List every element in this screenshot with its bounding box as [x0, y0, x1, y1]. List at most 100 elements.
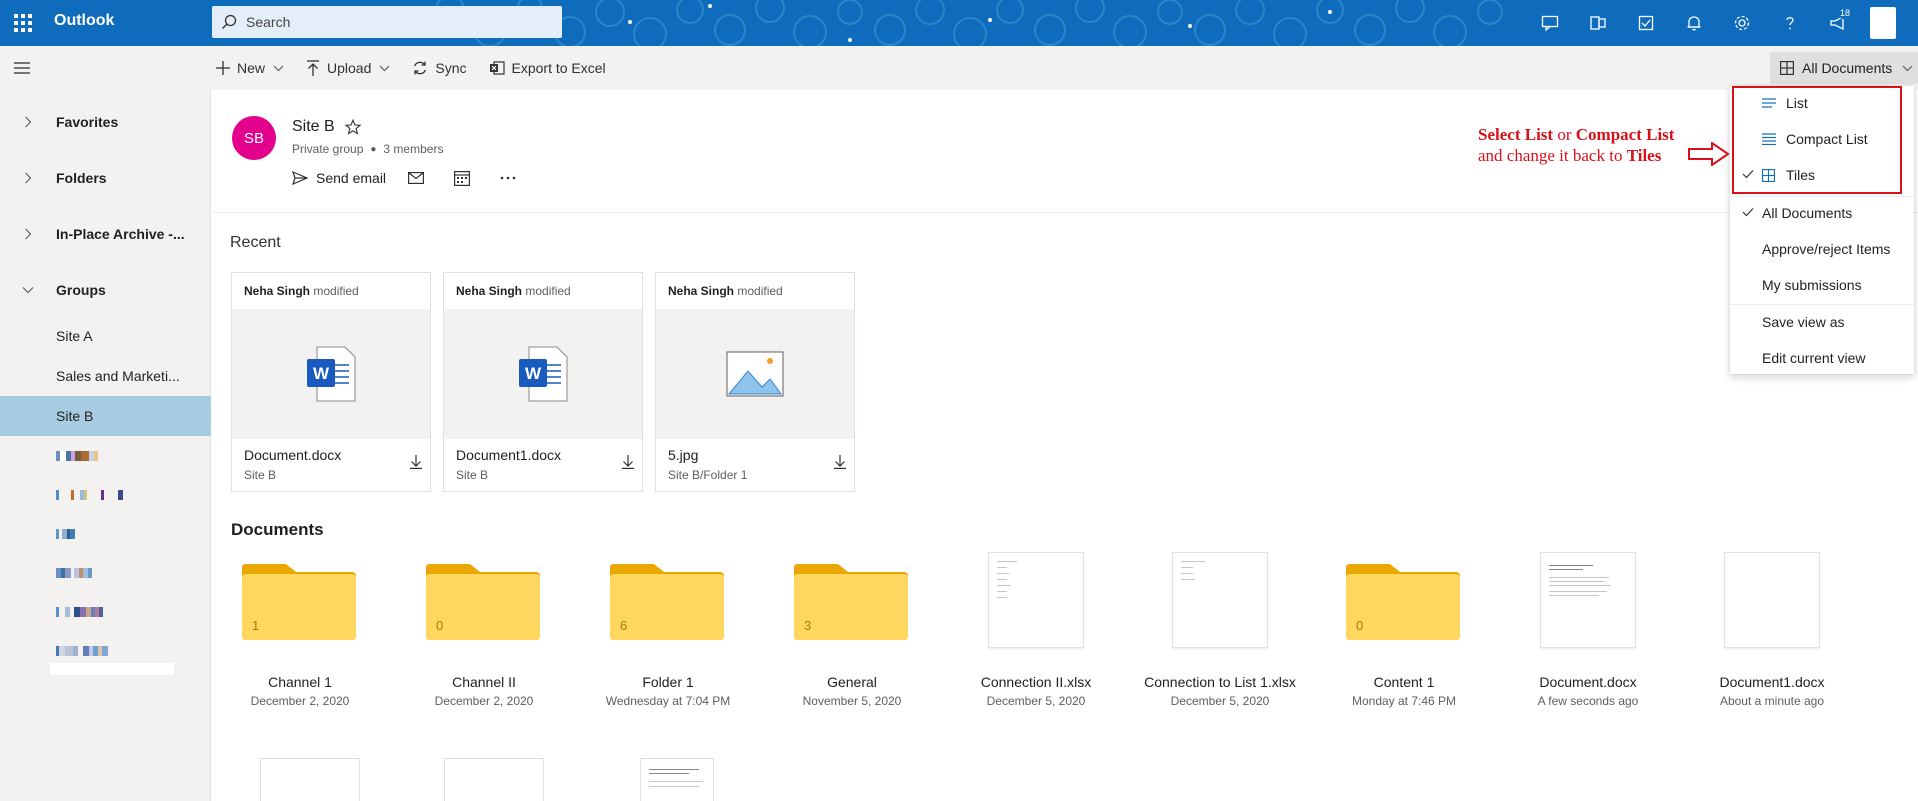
download-icon[interactable]	[622, 455, 634, 469]
my-day-button[interactable]	[1622, 0, 1670, 46]
group-mail-button[interactable]	[408, 172, 432, 184]
group-members[interactable]: 3 members	[383, 142, 443, 156]
new-button[interactable]: New	[216, 60, 284, 76]
folder-tile[interactable]: 0 Channel II December 2, 2020	[392, 552, 576, 708]
nav-section-favorites[interactable]: Favorites	[0, 102, 211, 142]
folder-icon: 6	[610, 564, 724, 640]
office-icon	[1590, 16, 1606, 30]
file-tile[interactable]: Document1.docx About a minute ago	[1680, 552, 1864, 708]
group-title[interactable]: Site B	[292, 118, 335, 136]
view-switcher-button[interactable]: All Documents	[1770, 52, 1918, 84]
send-email-button[interactable]: Send email	[292, 170, 386, 186]
menu-item-label: Save view as	[1762, 314, 1845, 330]
recent-file-card[interactable]: Neha Singh modified 5.jpg Site B/Folder …	[655, 272, 855, 492]
nav-toggle-button[interactable]	[0, 46, 44, 90]
command-bar: New Upload Sync Export to Excel All Docu…	[0, 46, 1918, 90]
teams-button[interactable]	[1574, 0, 1622, 46]
word-icon: W	[307, 346, 356, 402]
redacted-group-item[interactable]	[56, 527, 75, 541]
folder-icon: 0	[1346, 564, 1460, 640]
file-tile[interactable]: Connection to List 1.xlsx December 5, 20…	[1128, 552, 1312, 708]
help-icon	[1786, 17, 1794, 30]
menu-item-approve-reject[interactable]: Approve/reject Items	[1730, 232, 1914, 268]
menu-item-edit-current-view[interactable]: Edit current view	[1730, 341, 1914, 377]
view-switch-label: All Documents	[1802, 60, 1893, 76]
annotation-tiles: Tiles	[1626, 146, 1662, 165]
view-dropdown-menu: List Compact List Tiles All Documents Ap…	[1730, 86, 1914, 374]
settings-button[interactable]	[1718, 0, 1766, 46]
app-name[interactable]: Outlook	[54, 12, 114, 30]
group-privacy: Private group	[292, 142, 364, 156]
redacted-group-item[interactable]	[50, 663, 174, 675]
download-icon[interactable]	[834, 455, 846, 469]
help-button[interactable]	[1766, 0, 1814, 46]
file-tile[interactable]: Connection II.xlsx December 5, 2020	[944, 552, 1128, 708]
sync-button[interactable]: Sync	[412, 60, 467, 76]
download-icon[interactable]	[410, 455, 422, 469]
upload-label: Upload	[327, 60, 372, 76]
redacted-group-item[interactable]	[56, 566, 92, 580]
more-options-button[interactable]	[500, 176, 524, 180]
nav-section-archive[interactable]: In-Place Archive -...	[0, 214, 211, 254]
file-tile-partial[interactable]	[444, 758, 544, 801]
folder-tile[interactable]: 1 Channel 1 December 2, 2020	[208, 552, 392, 708]
search-input[interactable]	[246, 14, 546, 30]
file-tile[interactable]: Document.docx A few seconds ago	[1496, 552, 1680, 708]
modified-action: modified	[737, 284, 783, 298]
file-tile-partial[interactable]	[640, 758, 714, 801]
folder-item-count: 0	[1356, 618, 1364, 633]
search-box[interactable]	[212, 6, 562, 38]
redacted-group-item[interactable]	[56, 488, 123, 502]
account-avatar[interactable]	[1870, 7, 1896, 39]
checklist-icon	[1638, 15, 1654, 31]
menu-item-save-view-as[interactable]: Save view as	[1730, 305, 1914, 341]
redacted-group-item[interactable]	[56, 605, 103, 619]
hamburger-icon	[14, 62, 30, 74]
whats-new-button[interactable]: 18	[1814, 0, 1862, 46]
chevron-down-icon	[0, 286, 56, 294]
checkmark-icon	[1742, 208, 1754, 217]
folder-tile[interactable]: 3 General November 5, 2020	[760, 552, 944, 708]
tile-visual	[1680, 552, 1864, 652]
redacted-group-item[interactable]	[56, 449, 98, 463]
tile-name: General	[827, 674, 877, 690]
modified-action: modified	[525, 284, 571, 298]
menu-item-list[interactable]: List	[1730, 86, 1914, 122]
menu-item-label: My submissions	[1762, 277, 1862, 293]
tile-visual: 6	[576, 552, 760, 652]
modified-action: modified	[313, 284, 359, 298]
left-navigation-pane: Favorites Folders In-Place Archive -... …	[0, 90, 211, 801]
nav-section-groups[interactable]: Groups	[0, 270, 211, 310]
menu-item-my-submissions[interactable]: My submissions	[1730, 268, 1914, 304]
export-to-excel-button[interactable]: Export to Excel	[489, 60, 606, 76]
nav-item-sales-and-marketing[interactable]: Sales and Marketi...	[0, 356, 211, 396]
skype-chat-button[interactable]	[1526, 0, 1574, 46]
chevron-right-icon	[0, 228, 56, 240]
file-tile-partial[interactable]	[260, 758, 360, 801]
file-name: Document1.docx	[456, 447, 562, 463]
nav-section-folders[interactable]: Folders	[0, 158, 211, 198]
annotation-or: or	[1557, 125, 1572, 144]
menu-item-tiles[interactable]: Tiles	[1730, 158, 1914, 194]
redacted-group-item[interactable]	[56, 644, 108, 658]
upload-button[interactable]: Upload	[306, 60, 390, 76]
star-icon[interactable]	[344, 119, 361, 135]
group-calendar-button[interactable]	[454, 170, 478, 186]
mail-icon	[408, 172, 425, 184]
file-location: Site B/Folder 1	[668, 468, 748, 482]
folder-tile[interactable]: 6 Folder 1 Wednesday at 7:04 PM	[576, 552, 760, 708]
menu-item-all-documents[interactable]: All Documents	[1730, 196, 1914, 232]
nav-item-site-a[interactable]: Site A	[0, 316, 211, 356]
app-launcher-button[interactable]	[0, 0, 46, 46]
nav-item-site-b[interactable]: Site B	[0, 396, 211, 436]
menu-item-compact-list[interactable]: Compact List	[1730, 122, 1914, 158]
notifications-button[interactable]	[1670, 0, 1718, 46]
header-actions: 18	[1526, 0, 1918, 46]
file-thumbnail: W	[444, 309, 642, 439]
menu-item-label: Tiles	[1786, 167, 1816, 183]
recent-file-card[interactable]: Neha Singh modified W Document.docx Site…	[231, 272, 431, 492]
word-icon: W	[519, 346, 568, 402]
recent-file-card[interactable]: Neha Singh modified W Document1.docx Sit…	[443, 272, 643, 492]
folder-tile[interactable]: 0 Content 1 Monday at 7:46 PM	[1312, 552, 1496, 708]
instruction-annotation: Select List or Compact List and change i…	[1478, 124, 1674, 166]
